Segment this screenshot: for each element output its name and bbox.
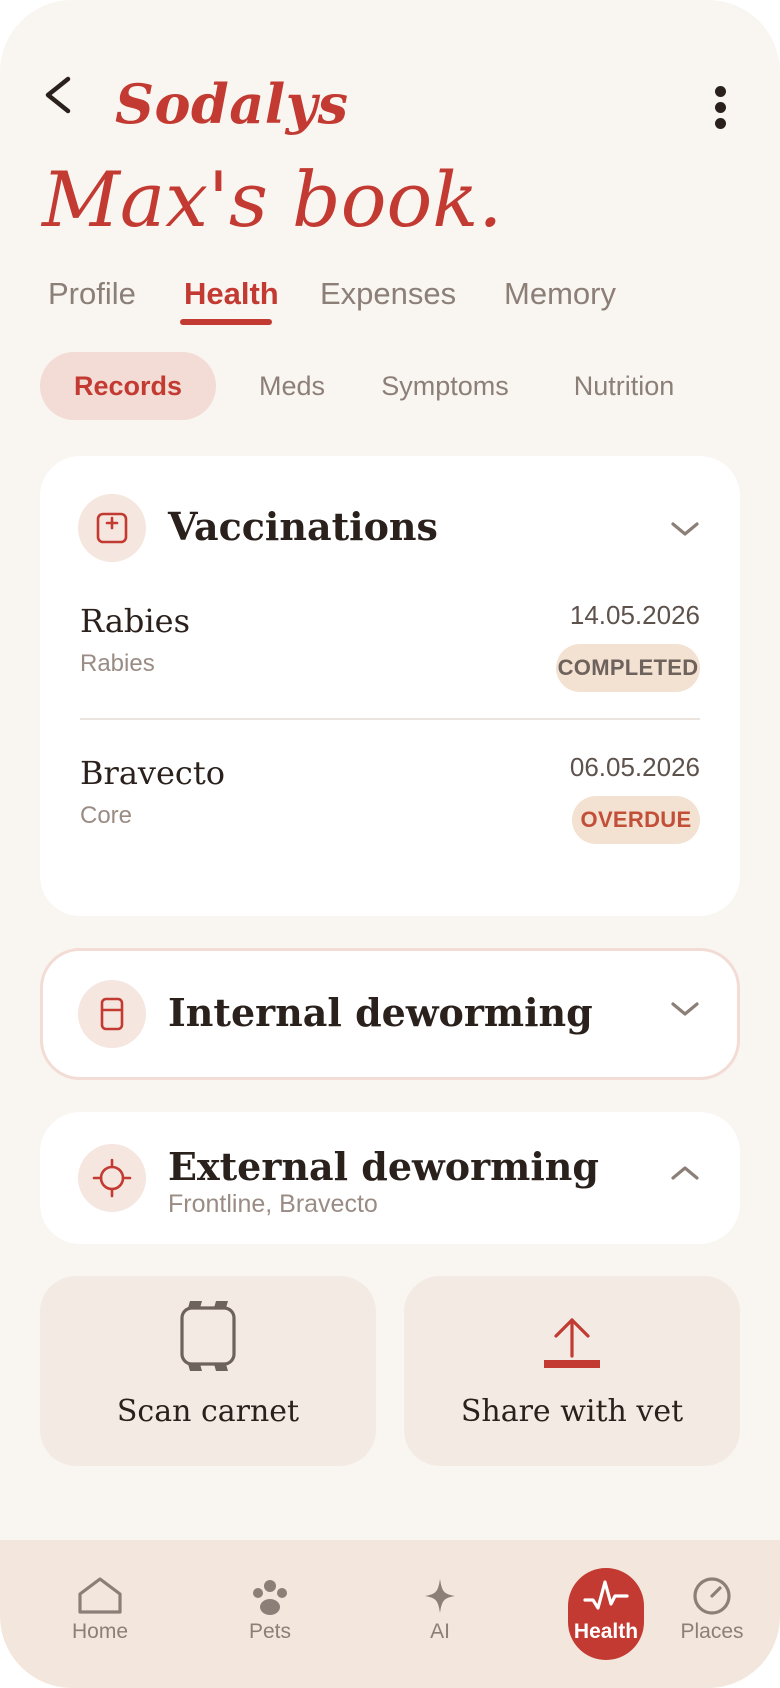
external-deworming-toggle[interactable] [668, 1162, 702, 1189]
record-name: Rabies [80, 602, 190, 640]
more-menu-button[interactable] [700, 80, 740, 136]
chevron-down-icon [671, 1002, 699, 1016]
tab-health[interactable]: Health [184, 276, 279, 312]
external-deworming-subtitle: Frontline, Bravecto [168, 1190, 378, 1218]
divider [80, 718, 700, 720]
external-deworming-icon-badge [78, 1144, 146, 1212]
vaccinations-title: Vaccinations [168, 504, 438, 549]
nav-ai[interactable]: AI [380, 1576, 500, 1644]
nav-health[interactable]: Health [546, 1576, 666, 1644]
subtab-nutrition[interactable]: Nutrition [560, 352, 688, 420]
tab-memory[interactable]: Memory [504, 276, 616, 312]
record-type: Rabies [80, 650, 155, 677]
subtab-symptoms[interactable]: Symptoms [372, 352, 518, 420]
nav-pets[interactable]: Pets [210, 1576, 330, 1644]
crosshair-icon [92, 1158, 132, 1198]
status-badge: OVERDUE [572, 796, 700, 844]
nav-places-label: Places [680, 1620, 744, 1643]
kebab-dot [715, 102, 726, 113]
chevron-down-icon [671, 522, 699, 536]
nav-pets-label: Pets [248, 1620, 292, 1643]
vaccination-record[interactable]: Bravecto Core 06.05.2026 OVERDUE [80, 736, 700, 856]
vaccinations-icon-badge [78, 494, 146, 562]
compass-icon [693, 1577, 731, 1615]
subtab-meds[interactable]: Meds [240, 352, 344, 420]
pulse-icon [583, 1580, 629, 1610]
brand-logo: Sodalys [115, 72, 349, 136]
scan-carnet-button[interactable]: Scan carnet [40, 1276, 376, 1466]
chevron-up-icon [671, 1166, 699, 1180]
share-with-vet-label: Share with vet [460, 1394, 684, 1429]
nav-health-label: Health [573, 1620, 639, 1643]
home-icon [78, 1577, 122, 1614]
nav-home-label: Home [71, 1620, 129, 1643]
external-deworming-title: External deworming [168, 1144, 599, 1189]
sparkle-icon [425, 1579, 455, 1613]
nav-home[interactable]: Home [40, 1576, 160, 1644]
vaccination-record[interactable]: Rabies Rabies 14.05.2026 COMPLETED [80, 584, 700, 704]
subtab-records[interactable]: Records [40, 352, 216, 420]
record-date: 06.05.2026 [569, 752, 700, 782]
page-title: Max's book. [42, 155, 503, 244]
kebab-dot [715, 118, 726, 129]
chevron-left-icon [45, 76, 71, 114]
capsule-icon [100, 997, 124, 1031]
record-name: Bravecto [80, 754, 225, 792]
record-date: 14.05.2026 [569, 600, 700, 630]
nav-places[interactable]: Places [652, 1576, 772, 1644]
status-badge: COMPLETED [556, 644, 700, 692]
internal-deworming-toggle[interactable] [668, 998, 702, 1025]
kebab-dot [715, 86, 726, 97]
tab-expenses[interactable]: Expenses [320, 276, 456, 312]
nav-ai-label: AI [430, 1620, 450, 1643]
record-type: Core [80, 802, 133, 829]
tab-profile[interactable]: Profile [48, 276, 136, 312]
paw-icon [253, 1580, 287, 1615]
internal-deworming-title: Internal deworming [168, 990, 593, 1035]
active-tab-indicator [180, 319, 272, 325]
app-screen: Sodalys Max's book. Profile Health Expen… [0, 0, 780, 1688]
scan-carnet-label: Scan carnet [116, 1394, 300, 1429]
medical-plus-icon [96, 512, 128, 544]
upload-icon [544, 1318, 600, 1368]
vaccinations-toggle[interactable] [668, 518, 702, 545]
scan-watch-icon [180, 1301, 236, 1371]
internal-deworming-icon-badge [78, 980, 146, 1048]
share-with-vet-button[interactable]: Share with vet [404, 1276, 740, 1466]
back-button[interactable] [36, 68, 86, 118]
